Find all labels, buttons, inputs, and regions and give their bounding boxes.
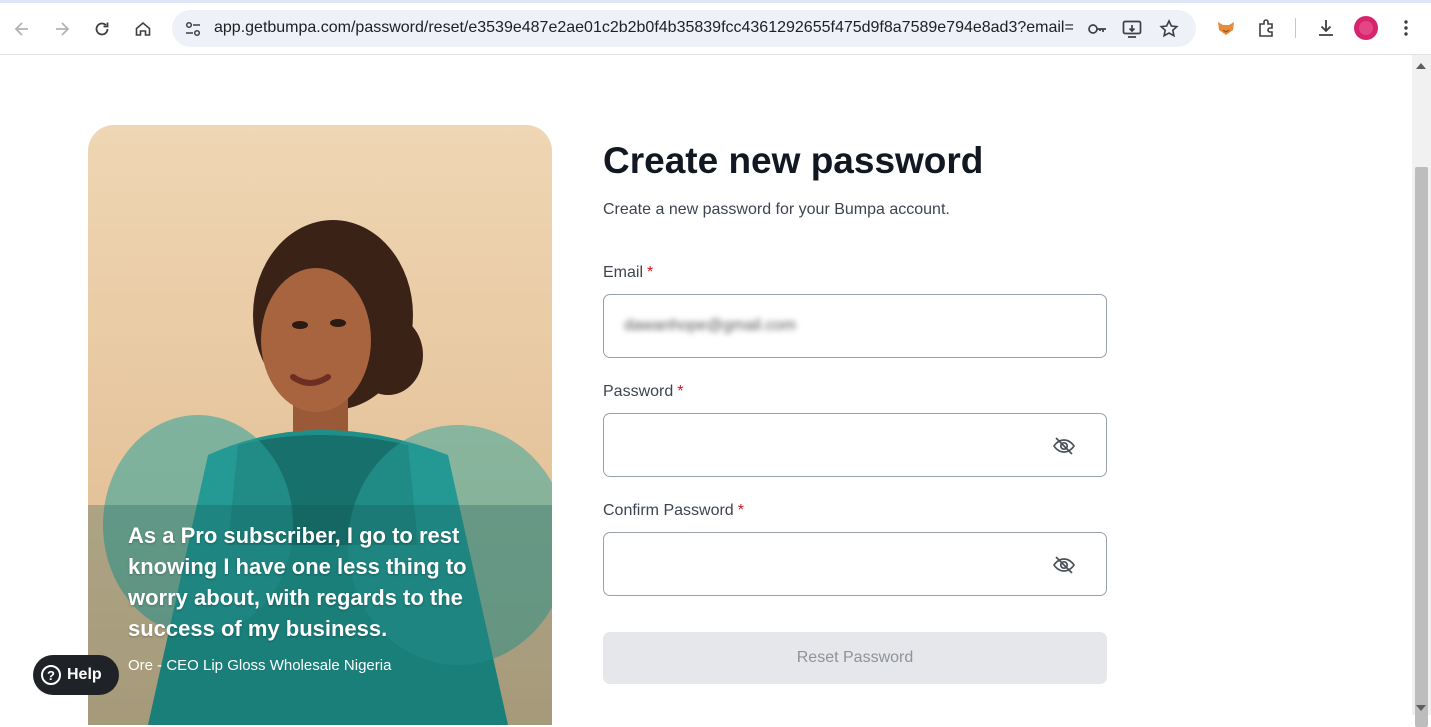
confirm-password-label: Confirm Password * — [603, 502, 744, 520]
scroll-up-icon[interactable] — [1416, 63, 1426, 69]
profile-avatar[interactable] — [1350, 12, 1382, 44]
forward-icon[interactable] — [45, 12, 79, 46]
url-text[interactable]: app.getbumpa.com/password/reset/e3539e48… — [214, 19, 1074, 37]
password-field[interactable] — [603, 413, 1107, 477]
testimonial-image-card: As a Pro subscriber, I go to rest knowin… — [88, 125, 552, 725]
menu-kebab-icon[interactable] — [1390, 12, 1422, 44]
required-asterisk: * — [737, 502, 744, 519]
eye-off-icon[interactable] — [1052, 434, 1076, 458]
extensions-puzzle-icon[interactable] — [1251, 12, 1283, 44]
site-info-icon[interactable] — [180, 16, 206, 42]
password-key-icon[interactable] — [1084, 16, 1110, 42]
bookmark-star-icon[interactable] — [1156, 16, 1182, 42]
page-subtitle: Create a new password for your Bumpa acc… — [603, 201, 950, 218]
email-label: Email * — [603, 264, 653, 282]
email-label-text: Email — [603, 264, 644, 281]
install-app-icon[interactable] — [1119, 16, 1145, 42]
scrollbar-thumb[interactable] — [1415, 167, 1428, 727]
home-icon[interactable] — [126, 12, 160, 46]
page-scrollbar[interactable] — [1412, 55, 1431, 727]
reset-password-button[interactable]: Reset Password — [603, 632, 1107, 684]
reload-icon[interactable] — [85, 12, 119, 46]
required-asterisk: * — [677, 383, 684, 400]
testimonial-author: Ore - CEO Lip Gloss Wholesale Nigeria — [128, 657, 392, 674]
password-label-text: Password — [603, 383, 674, 400]
password-label: Password * — [603, 383, 683, 401]
question-icon: ? — [41, 665, 61, 685]
required-asterisk: * — [647, 264, 654, 281]
download-icon[interactable] — [1310, 12, 1342, 44]
back-icon[interactable] — [5, 12, 39, 46]
extension-fox-icon[interactable] — [1210, 12, 1242, 44]
tab-strip — [0, 0, 1431, 3]
help-button[interactable]: ? Help — [33, 655, 119, 695]
email-value: dawanhope@gmail.com — [624, 317, 796, 334]
eye-off-icon[interactable] — [1052, 553, 1076, 577]
email-field[interactable]: dawanhope@gmail.com — [603, 294, 1107, 358]
page-title: Create new password — [603, 140, 984, 181]
address-bar[interactable]: app.getbumpa.com/password/reset/e3539e48… — [172, 10, 1196, 47]
browser-toolbar: app.getbumpa.com/password/reset/e3539e48… — [0, 0, 1431, 55]
help-label: Help — [67, 666, 102, 683]
testimonial-quote: As a Pro subscriber, I go to rest knowin… — [128, 523, 467, 641]
toolbar-separator — [1295, 18, 1296, 38]
confirm-password-label-text: Confirm Password — [603, 502, 734, 519]
confirm-password-field[interactable] — [603, 532, 1107, 596]
scroll-down-icon[interactable] — [1416, 705, 1426, 711]
